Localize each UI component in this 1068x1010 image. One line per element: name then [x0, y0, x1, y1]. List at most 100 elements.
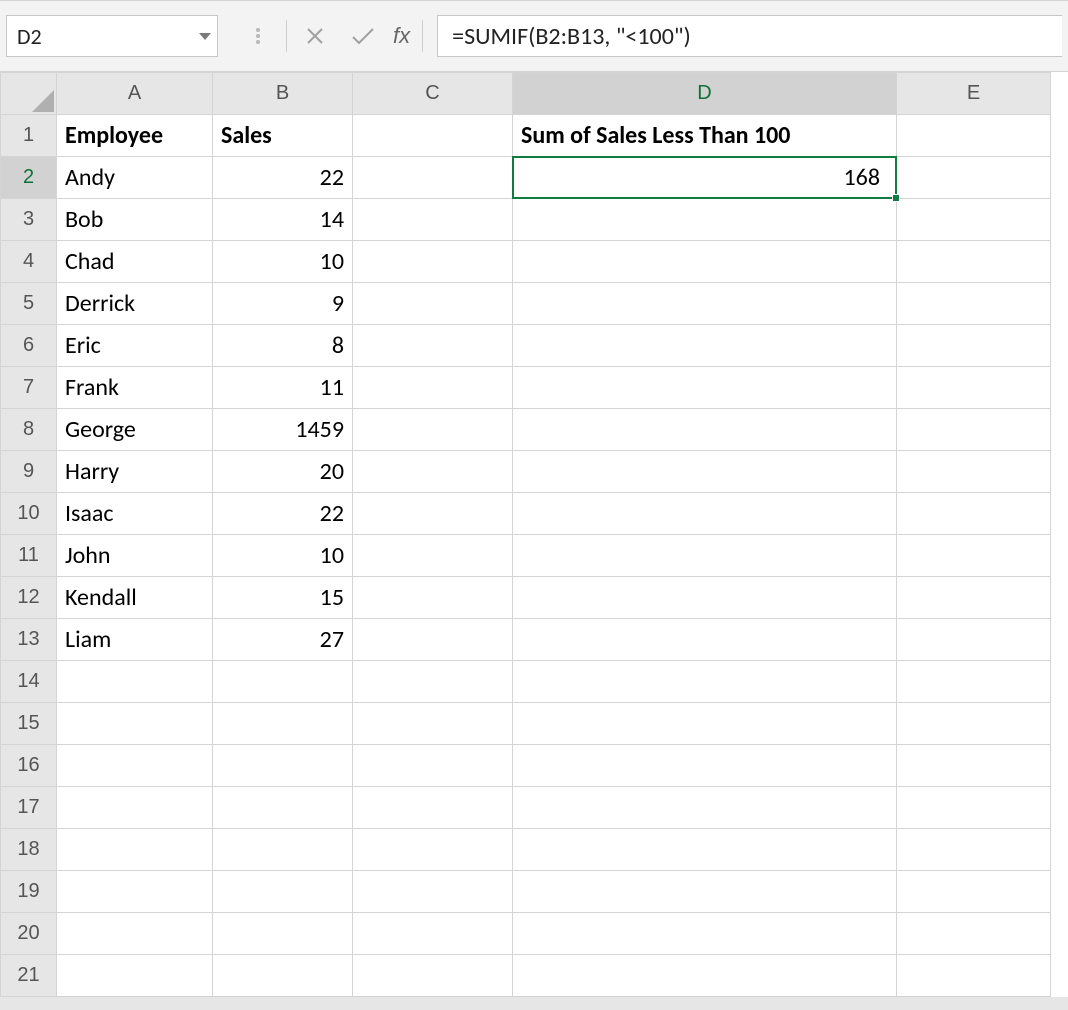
cell-D19[interactable] — [513, 871, 897, 913]
cell-E13[interactable] — [897, 619, 1051, 661]
cell-B19[interactable] — [213, 871, 353, 913]
cell-A6[interactable]: Eric — [57, 325, 213, 367]
row-header-5[interactable]: 5 — [1, 283, 57, 325]
row-header-8[interactable]: 8 — [1, 409, 57, 451]
cell-E12[interactable] — [897, 577, 1051, 619]
cell-A2[interactable]: Andy — [57, 157, 213, 199]
cell-C14[interactable] — [353, 661, 513, 703]
cell-E1[interactable] — [897, 115, 1051, 157]
cell-E9[interactable] — [897, 451, 1051, 493]
row-header-7[interactable]: 7 — [1, 367, 57, 409]
cell-B16[interactable] — [213, 745, 353, 787]
col-header-A[interactable]: A — [57, 73, 213, 115]
cell-D7[interactable] — [513, 367, 897, 409]
cell-D16[interactable] — [513, 745, 897, 787]
cell-D3[interactable] — [513, 199, 897, 241]
cell-C13[interactable] — [353, 619, 513, 661]
cell-C3[interactable] — [353, 199, 513, 241]
cell-D8[interactable] — [513, 409, 897, 451]
cell-B11[interactable]: 10 — [213, 535, 353, 577]
cell-E14[interactable] — [897, 661, 1051, 703]
cell-A11[interactable]: John — [57, 535, 213, 577]
cell-D10[interactable] — [513, 493, 897, 535]
fill-handle[interactable] — [892, 194, 900, 202]
confirm-icon[interactable] — [339, 15, 387, 57]
cell-D1[interactable]: Sum of Sales Less Than 100 — [513, 115, 897, 157]
row-header-9[interactable]: 9 — [1, 451, 57, 493]
cell-A3[interactable]: Bob — [57, 199, 213, 241]
cell-D20[interactable] — [513, 913, 897, 955]
row-header-21[interactable]: 21 — [1, 955, 57, 997]
cell-A7[interactable]: Frank — [57, 367, 213, 409]
cell-A19[interactable] — [57, 871, 213, 913]
cell-D2[interactable]: 168 — [513, 157, 897, 199]
cell-C10[interactable] — [353, 493, 513, 535]
cell-A10[interactable]: Isaac — [57, 493, 213, 535]
cell-D5[interactable] — [513, 283, 897, 325]
cell-E17[interactable] — [897, 787, 1051, 829]
cell-C11[interactable] — [353, 535, 513, 577]
cell-D4[interactable] — [513, 241, 897, 283]
row-header-6[interactable]: 6 — [1, 325, 57, 367]
row-header-16[interactable]: 16 — [1, 745, 57, 787]
cell-B4[interactable]: 10 — [213, 241, 353, 283]
cell-A17[interactable] — [57, 787, 213, 829]
row-header-1[interactable]: 1 — [1, 115, 57, 157]
cell-C15[interactable] — [353, 703, 513, 745]
cell-E21[interactable] — [897, 955, 1051, 997]
cell-B5[interactable]: 9 — [213, 283, 353, 325]
row-header-11[interactable]: 11 — [1, 535, 57, 577]
cell-C16[interactable] — [353, 745, 513, 787]
cell-C2[interactable] — [353, 157, 513, 199]
cell-A5[interactable]: Derrick — [57, 283, 213, 325]
cancel-icon[interactable] — [291, 15, 339, 57]
cell-E19[interactable] — [897, 871, 1051, 913]
cell-D14[interactable] — [513, 661, 897, 703]
cell-B21[interactable] — [213, 955, 353, 997]
row-header-3[interactable]: 3 — [1, 199, 57, 241]
cell-A14[interactable] — [57, 661, 213, 703]
row-header-17[interactable]: 17 — [1, 787, 57, 829]
cell-A20[interactable] — [57, 913, 213, 955]
col-header-C[interactable]: C — [353, 73, 513, 115]
cell-E6[interactable] — [897, 325, 1051, 367]
cell-E11[interactable] — [897, 535, 1051, 577]
cell-E16[interactable] — [897, 745, 1051, 787]
cell-B14[interactable] — [213, 661, 353, 703]
more-icon[interactable] — [234, 15, 282, 57]
cell-C5[interactable] — [353, 283, 513, 325]
cell-E8[interactable] — [897, 409, 1051, 451]
row-header-18[interactable]: 18 — [1, 829, 57, 871]
spreadsheet-grid[interactable]: A B C D E 1EmployeeSalesSum of Sales Les… — [0, 72, 1068, 997]
cell-A4[interactable]: Chad — [57, 241, 213, 283]
cell-D11[interactable] — [513, 535, 897, 577]
cell-A21[interactable] — [57, 955, 213, 997]
cell-B13[interactable]: 27 — [213, 619, 353, 661]
cell-E15[interactable] — [897, 703, 1051, 745]
cell-C4[interactable] — [353, 241, 513, 283]
col-header-D[interactable]: D — [513, 73, 897, 115]
cell-C1[interactable] — [353, 115, 513, 157]
cell-E3[interactable] — [897, 199, 1051, 241]
cell-E7[interactable] — [897, 367, 1051, 409]
cell-B7[interactable]: 11 — [213, 367, 353, 409]
col-header-E[interactable]: E — [897, 73, 1051, 115]
cell-E10[interactable] — [897, 493, 1051, 535]
cell-A12[interactable]: Kendall — [57, 577, 213, 619]
cell-C18[interactable] — [353, 829, 513, 871]
row-header-19[interactable]: 19 — [1, 871, 57, 913]
cell-A8[interactable]: George — [57, 409, 213, 451]
cell-D17[interactable] — [513, 787, 897, 829]
cell-B10[interactable]: 22 — [213, 493, 353, 535]
cell-E20[interactable] — [897, 913, 1051, 955]
cell-B12[interactable]: 15 — [213, 577, 353, 619]
cell-B3[interactable]: 14 — [213, 199, 353, 241]
cell-C8[interactable] — [353, 409, 513, 451]
cell-C6[interactable] — [353, 325, 513, 367]
cell-B9[interactable]: 20 — [213, 451, 353, 493]
cell-D13[interactable] — [513, 619, 897, 661]
row-header-15[interactable]: 15 — [1, 703, 57, 745]
cell-E2[interactable] — [897, 157, 1051, 199]
cell-D12[interactable] — [513, 577, 897, 619]
cell-B6[interactable]: 8 — [213, 325, 353, 367]
